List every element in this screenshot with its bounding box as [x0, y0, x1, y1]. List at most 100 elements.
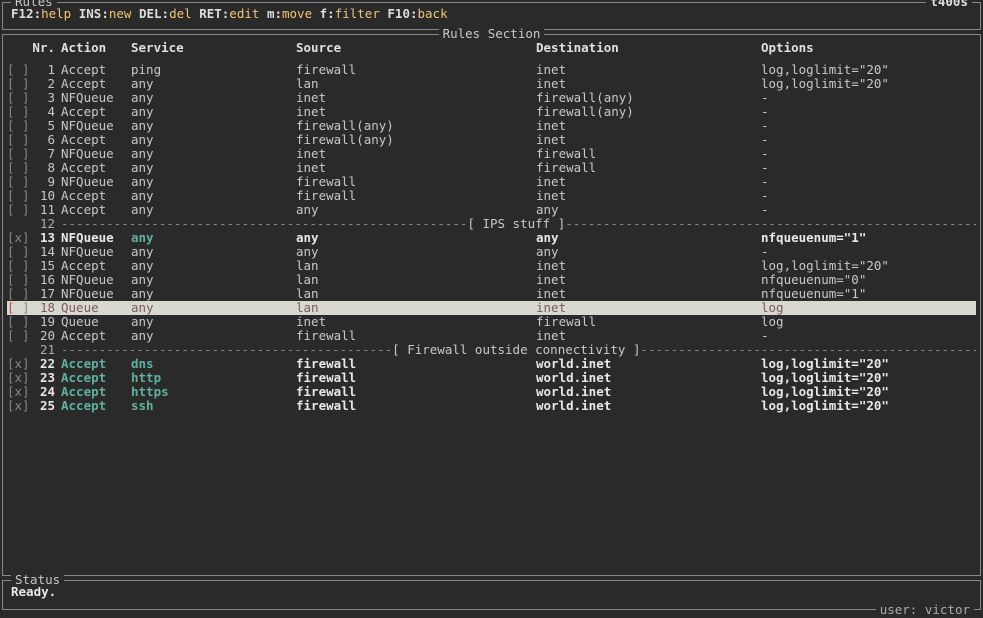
rule-service: any: [131, 301, 296, 315]
rule-destination: firewall: [536, 161, 761, 175]
rule-options: log,loglimit="20": [761, 357, 976, 371]
rule-nr: 17: [31, 287, 61, 301]
hotkey-action[interactable]: edit: [229, 6, 259, 21]
rule-options: -: [761, 91, 976, 105]
rule-destination: any: [536, 245, 761, 259]
rule-options: log,loglimit="20": [761, 399, 976, 413]
table-row[interactable]: [ ]20Acceptanyfirewallinet-: [7, 329, 976, 343]
table-row[interactable]: [x]13NFQueueanyanyanynfqueuenum="1": [7, 231, 976, 245]
rule-destination: world.inet: [536, 357, 761, 371]
rule-destination: world.inet: [536, 385, 761, 399]
selection-mark[interactable]: [x]: [7, 371, 31, 385]
table-row[interactable]: [x]24Accepthttpsfirewallworld.inetlog,lo…: [7, 385, 976, 399]
rule-source: firewall: [296, 329, 536, 343]
selection-mark[interactable]: [ ]: [7, 315, 31, 329]
selection-mark[interactable]: [x]: [7, 231, 31, 245]
selection-mark[interactable]: [ ]: [7, 63, 31, 77]
table-row[interactable]: [ ]17NFQueueanylaninetnfqueuenum="1": [7, 287, 976, 301]
rule-service: ssh: [131, 399, 296, 413]
selection-mark[interactable]: [ ]: [7, 203, 31, 217]
table-row[interactable]: [ ]9NFQueueanyfirewallinet-: [7, 175, 976, 189]
selection-mark[interactable]: [ ]: [7, 77, 31, 91]
hotkey-action[interactable]: del: [169, 6, 192, 21]
rule-nr: 16: [31, 273, 61, 287]
selection-mark[interactable]: [ ]: [7, 301, 31, 315]
table-row[interactable]: [ ]7NFQueueanyinetfirewall-: [7, 147, 976, 161]
hotkey-key: INS:: [79, 6, 109, 21]
rule-nr: 4: [31, 105, 61, 119]
rule-source: inet: [296, 105, 536, 119]
rule-nr: 24: [31, 385, 61, 399]
rule-nr: 9: [31, 175, 61, 189]
rule-action: Accept: [61, 77, 131, 91]
table-row[interactable]: [ ]3NFQueueanyinetfirewall(any)-: [7, 91, 976, 105]
selection-mark[interactable]: [ ]: [7, 175, 31, 189]
rule-destination: world.inet: [536, 399, 761, 413]
rule-service: any: [131, 175, 296, 189]
rule-nr: 1: [31, 63, 61, 77]
rule-options: log,loglimit="20": [761, 385, 976, 399]
table-row[interactable]: [x]22Acceptdnsfirewallworld.inetlog,logl…: [7, 357, 976, 371]
rules-list[interactable]: [ ]1Acceptpingfirewallinetlog,loglimit="…: [7, 63, 976, 413]
hotkey-action[interactable]: new: [109, 6, 132, 21]
table-row[interactable]: [ ]6Acceptanyfirewall(any)inet-: [7, 133, 976, 147]
table-row[interactable]: [ ]18Queueanylaninetlog: [7, 301, 976, 315]
rule-nr: 2: [31, 77, 61, 91]
selection-mark[interactable]: [x]: [7, 399, 31, 413]
rule-options: -: [761, 329, 976, 343]
selection-mark[interactable]: [ ]: [7, 133, 31, 147]
table-row[interactable]: [ ]19Queueanyinetfirewalllog: [7, 315, 976, 329]
table-row[interactable]: [ ]5NFQueueanyfirewall(any)inet-: [7, 119, 976, 133]
selection-mark[interactable]: [ ]: [7, 287, 31, 301]
rule-action: Accept: [61, 385, 131, 399]
rule-destination: firewall(any): [536, 105, 761, 119]
table-row[interactable]: [ ]11Acceptanyanyany-: [7, 203, 976, 217]
selection-mark[interactable]: [ ]: [7, 273, 31, 287]
hotkey-action[interactable]: filter: [335, 6, 380, 21]
rule-service: any: [131, 133, 296, 147]
rule-source: firewall(any): [296, 133, 536, 147]
selection-mark[interactable]: [x]: [7, 357, 31, 371]
rule-service: any: [131, 189, 296, 203]
selection-mark[interactable]: [x]: [7, 385, 31, 399]
rule-destination: firewall: [536, 315, 761, 329]
table-row[interactable]: [ ]15Acceptanylaninetlog,loglimit="20": [7, 259, 976, 273]
status-box: Status Ready. user: victor: [2, 580, 981, 610]
rule-destination: any: [536, 203, 761, 217]
rule-source: inet: [296, 91, 536, 105]
rule-options: -: [761, 105, 976, 119]
selection-mark[interactable]: [ ]: [7, 329, 31, 343]
rule-options: log,loglimit="20": [761, 371, 976, 385]
rule-action: Accept: [61, 259, 131, 273]
rule-source: inet: [296, 161, 536, 175]
table-row[interactable]: [ ]4Acceptanyinetfirewall(any)-: [7, 105, 976, 119]
table-row[interactable]: [ ]16NFQueueanylaninetnfqueuenum="0": [7, 273, 976, 287]
selection-mark[interactable]: [ ]: [7, 91, 31, 105]
rule-options: nfqueuenum="1": [761, 231, 976, 245]
table-row[interactable]: [x]25Acceptsshfirewallworld.inetlog,logl…: [7, 399, 976, 413]
hotkey-key: DEL:: [139, 6, 169, 21]
rule-service: dns: [131, 357, 296, 371]
rule-nr: 20: [31, 329, 61, 343]
selection-mark[interactable]: [ ]: [7, 119, 31, 133]
table-row[interactable]: [ ]1Acceptpingfirewallinetlog,loglimit="…: [7, 63, 976, 77]
rule-nr: 23: [31, 371, 61, 385]
table-row[interactable]: [ ]2Acceptanylaninetlog,loglimit="20": [7, 77, 976, 91]
table-row[interactable]: [ ]10Acceptanyfirewallinet-: [7, 189, 976, 203]
hotkey-action[interactable]: back: [418, 6, 448, 21]
selection-mark[interactable]: [ ]: [7, 259, 31, 273]
rule-service: any: [131, 273, 296, 287]
selection-mark[interactable]: [ ]: [7, 161, 31, 175]
table-row[interactable]: [x]23Accepthttpfirewallworld.inetlog,log…: [7, 371, 976, 385]
selection-mark[interactable]: [ ]: [7, 147, 31, 161]
rule-service: any: [131, 161, 296, 175]
selection-mark[interactable]: [ ]: [7, 245, 31, 259]
selection-mark[interactable]: [ ]: [7, 105, 31, 119]
table-row[interactable]: [ ]14NFQueueanyanyany-: [7, 245, 976, 259]
rule-options: -: [761, 245, 976, 259]
table-row[interactable]: [ ]8Acceptanyinetfirewall-: [7, 161, 976, 175]
selection-mark[interactable]: [ ]: [7, 189, 31, 203]
rule-action: NFQueue: [61, 231, 131, 245]
hotkey-action[interactable]: move: [282, 6, 312, 21]
rule-service: any: [131, 91, 296, 105]
